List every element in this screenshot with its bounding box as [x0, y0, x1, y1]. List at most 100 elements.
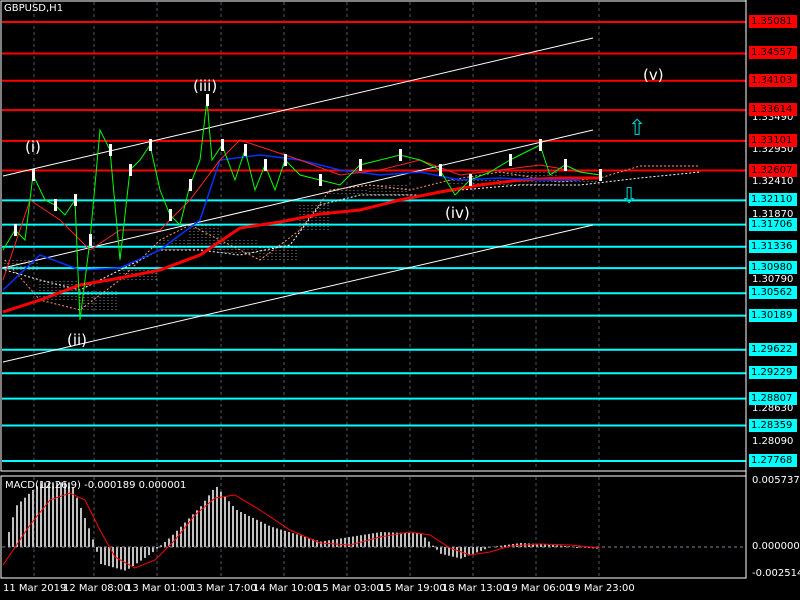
time-label: 19 Mar 06:00 — [505, 583, 572, 594]
macd-histogram-bar — [92, 539, 94, 547]
candle — [129, 164, 132, 176]
macd-histogram-bar — [304, 536, 306, 547]
time-label: 12 Mar 08:00 — [63, 583, 130, 594]
macd-histogram-bar — [356, 535, 358, 547]
red-level-label: 1.34557 — [749, 46, 797, 60]
macd-histogram-bar — [292, 533, 294, 547]
time-label: 13 Mar 17:00 — [190, 583, 257, 594]
macd-histogram-bar — [156, 547, 158, 549]
macd-histogram-bar — [432, 545, 434, 547]
macd-histogram-bar — [52, 482, 54, 547]
macd-histogram-bar — [120, 547, 122, 570]
red-level-label: 1.33614 — [749, 103, 797, 117]
candle — [264, 159, 267, 171]
macd-histogram-bar — [384, 532, 386, 547]
macd-histogram-bar — [476, 547, 478, 553]
red-level-label: 1.32607 — [749, 163, 797, 177]
tenkan-line — [2, 154, 580, 291]
macd-histogram-bar — [408, 532, 410, 547]
macd-histogram-bar — [372, 533, 374, 547]
macd-histogram-bar — [72, 487, 74, 547]
macd-histogram-bar — [352, 536, 354, 547]
macd-histogram-bar — [48, 482, 50, 547]
level-lines — [2, 21, 746, 462]
macd-histogram-bar — [576, 547, 578, 548]
macd-histogram-bar — [424, 537, 426, 547]
main-pane-border — [0, 0, 747, 472]
time-label: 19 Mar 23:00 — [568, 583, 635, 594]
macd-histogram-bar — [348, 537, 350, 547]
macd-histogram-bar — [228, 501, 230, 547]
macd-histogram-bar — [288, 531, 290, 547]
price-axis-label: 1.30790 — [752, 273, 794, 285]
cyan-level-label: 1.32110 — [749, 193, 797, 207]
macd-histogram-bar — [96, 547, 98, 552]
cyan-level-label: 1.30562 — [749, 286, 797, 300]
macd-histogram-bar — [56, 482, 58, 547]
wave-label-v: (v) — [643, 66, 664, 84]
macd-histogram-bar — [428, 541, 430, 547]
macd-histogram-bar — [132, 547, 134, 567]
candle — [599, 169, 602, 181]
macd-histogram-bar — [60, 482, 62, 547]
macd-histogram-bar — [456, 547, 458, 558]
macd-histogram-bar — [236, 510, 238, 547]
macd-histogram-bar — [472, 547, 474, 554]
candle — [169, 209, 172, 221]
macd-histogram-bar — [140, 547, 142, 561]
macd-histogram-bar — [212, 489, 214, 547]
macd-histogram-bar — [340, 538, 342, 547]
macd-histogram-bar — [216, 486, 218, 547]
macd-histogram-bar — [344, 537, 346, 547]
cloud-span-a — [4, 165, 700, 311]
macd-histogram-bar — [280, 529, 282, 547]
macd-histogram-bar — [504, 545, 506, 547]
channel-line-upper — [2, 37, 594, 177]
cyan-level-label: 1.28807 — [749, 391, 797, 405]
candle — [359, 159, 362, 171]
macd-histogram-bar — [296, 534, 298, 547]
macd-histogram-bar — [552, 545, 554, 547]
candle — [32, 169, 35, 181]
macd-histogram-bar — [564, 545, 566, 547]
candle — [439, 164, 442, 176]
candle — [539, 139, 542, 151]
macd-histogram-bar — [400, 532, 402, 547]
wave-label-iii: (iii) — [193, 77, 218, 95]
macd-histogram-bar — [380, 532, 382, 547]
macd-histogram-bar — [308, 537, 310, 547]
price-axis-label: 1.32410 — [752, 176, 794, 188]
macd-histogram-bar — [284, 530, 286, 547]
macd-histogram-bar — [152, 547, 154, 553]
macd-histogram-bar — [8, 531, 10, 547]
time-label: 15 Mar 03:00 — [316, 583, 383, 594]
time-label: 13 Mar 01:00 — [126, 583, 193, 594]
macd-histogram-bar — [324, 540, 326, 547]
macd-histogram-bar — [224, 496, 226, 547]
macd-histogram-bar — [16, 505, 18, 547]
arrow-up-icon: ⇧ — [628, 116, 646, 141]
macd-histogram-bar — [244, 513, 246, 547]
chart-canvas[interactable]: ⇧ ⇩ — [0, 0, 800, 600]
candle — [206, 94, 209, 106]
time-label: 11 Mar 2019 — [3, 583, 67, 594]
macd-histogram-bar — [196, 510, 198, 547]
wave-label-iv: (iv) — [445, 204, 470, 222]
macd-pane — [2, 482, 746, 571]
macd-histogram-bar — [416, 533, 418, 547]
candle — [89, 234, 92, 246]
macd-histogram-bar — [136, 547, 138, 564]
cloud-span-b — [4, 171, 701, 291]
macd-histogram-bar — [420, 533, 422, 547]
wave-label-ii: (ii) — [67, 331, 88, 349]
macd-histogram-bar — [464, 547, 466, 558]
macd-histogram-bar — [412, 533, 414, 547]
macd-histogram-bar — [24, 497, 26, 547]
macd-histogram-bar — [200, 506, 202, 547]
candle — [399, 149, 402, 161]
macd-histogram-bar — [88, 528, 90, 547]
macd-histogram-bar — [440, 547, 442, 554]
macd-histogram-bar — [260, 521, 262, 547]
macd-histogram-bar — [480, 547, 482, 551]
macd-histogram-bar — [40, 482, 42, 547]
